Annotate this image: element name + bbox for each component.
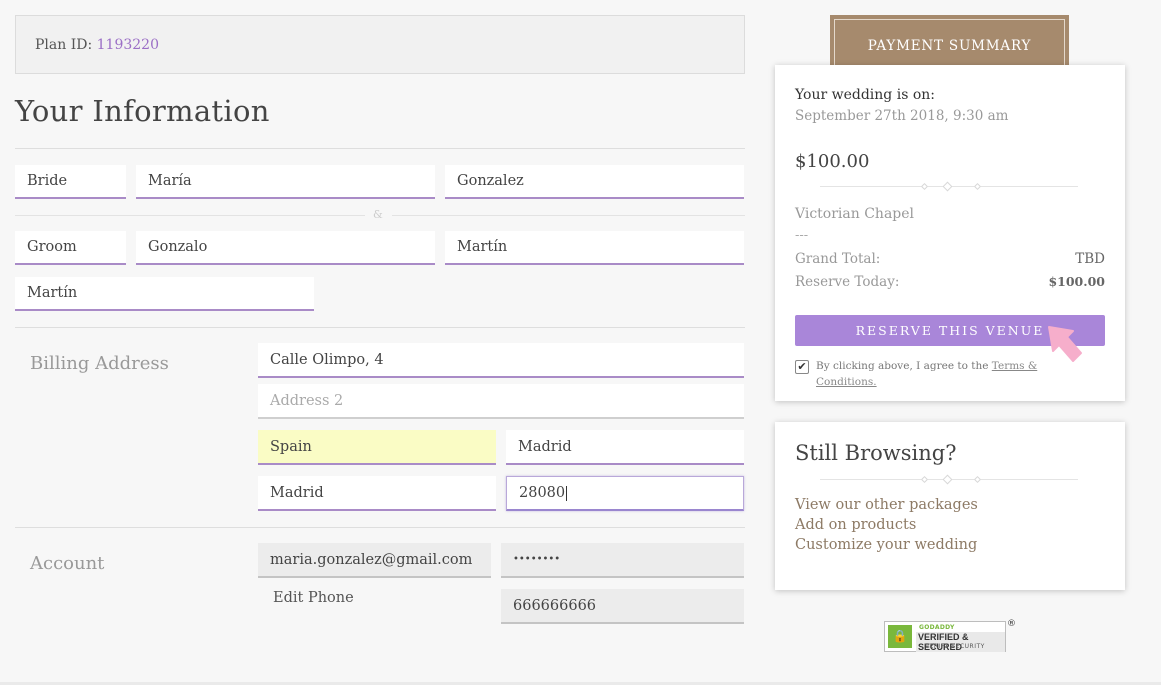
divider xyxy=(15,327,745,328)
separator-line-right xyxy=(392,215,745,216)
wedding-on-label: Your wedding is on: xyxy=(795,87,935,103)
shield-lock-icon: 🔒 xyxy=(888,625,912,648)
phone-input[interactable]: 666666666 xyxy=(501,589,744,624)
groom-last-name-input[interactable]: Martín xyxy=(445,231,744,265)
country-input[interactable]: Spain xyxy=(258,430,496,465)
bride-label-field: Bride xyxy=(15,165,126,199)
divider xyxy=(15,148,745,149)
ampersand-separator: & xyxy=(373,208,383,221)
plan-id-value: 1193220 xyxy=(96,37,159,53)
zip-code-input[interactable]: 28080 xyxy=(506,476,744,511)
payment-summary-tab: PAYMENT SUMMARY xyxy=(830,15,1069,67)
bride-first-name-input[interactable]: María xyxy=(136,165,435,199)
separator-line-left xyxy=(15,215,365,216)
grand-total-value: TBD xyxy=(1075,251,1105,267)
plan-id-label: Plan ID: xyxy=(35,37,97,53)
billing-address-label: Billing Address xyxy=(30,353,169,374)
pointer-arrow-icon xyxy=(1048,326,1082,362)
edit-phone-link[interactable]: Edit Phone xyxy=(273,590,354,606)
venue-dashes: --- xyxy=(795,228,809,243)
godaddy-security-seal[interactable]: 🔒 GODADDY VERIFIED & SECURED VERIFY SECU… xyxy=(884,621,1006,652)
add-on-products-link[interactable]: Add on products xyxy=(795,517,916,533)
password-input[interactable]: •••••••• xyxy=(501,543,744,578)
text-cursor xyxy=(566,485,568,501)
terms-text: By clicking above, I agree to the Terms … xyxy=(816,358,1046,390)
groom-second-last-name-input[interactable]: Martín xyxy=(15,277,314,311)
price: $100.00 xyxy=(795,151,870,172)
still-browsing-card: Still Browsing? View our other packages … xyxy=(775,422,1125,590)
zip-code-value: 28080 xyxy=(519,485,566,501)
checkmark-icon: ✔ xyxy=(797,360,807,373)
reserve-today-value: $100.00 xyxy=(1048,274,1105,289)
terms-checkbox[interactable]: ✔ xyxy=(795,360,809,374)
state-input[interactable]: Madrid xyxy=(258,476,496,511)
ornament-divider xyxy=(820,181,1078,192)
view-packages-link[interactable]: View our other packages xyxy=(795,497,978,513)
divider xyxy=(15,527,745,528)
grand-total-row: Grand Total: TBD xyxy=(795,251,1105,267)
address-line-1-input[interactable]: Calle Olimpo, 4 xyxy=(258,343,744,378)
page-title: Your Information xyxy=(15,94,270,128)
verify-security-label: VERIFY SECURITY xyxy=(925,643,985,650)
venue-name: Victorian Chapel xyxy=(795,206,915,222)
terms-prefix: By clicking above, I agree to the xyxy=(816,360,992,372)
registered-mark: ® xyxy=(1007,619,1016,629)
customize-wedding-link[interactable]: Customize your wedding xyxy=(795,537,977,553)
reserve-today-row: Reserve Today: $100.00 xyxy=(795,274,1105,290)
bride-last-name-input[interactable]: Gonzalez xyxy=(445,165,744,199)
godaddy-label: GODADDY xyxy=(919,624,955,631)
city-input[interactable]: Madrid xyxy=(506,430,744,465)
email-input[interactable]: maria.gonzalez@gmail.com xyxy=(258,543,491,578)
still-browsing-title: Still Browsing? xyxy=(795,441,957,465)
payment-summary-title: PAYMENT SUMMARY xyxy=(834,19,1065,67)
grand-total-label: Grand Total: xyxy=(795,251,881,267)
groom-label-field: Groom xyxy=(15,231,126,265)
ornament-divider xyxy=(820,474,1078,485)
address-line-2-input[interactable]: Address 2 xyxy=(258,384,744,419)
reserve-today-label: Reserve Today: xyxy=(795,274,900,290)
wedding-date: September 27th 2018, 9:30 am xyxy=(795,108,1009,124)
account-label: Account xyxy=(30,553,105,574)
groom-first-name-input[interactable]: Gonzalo xyxy=(136,231,435,265)
plan-id-box: Plan ID: 1193220 xyxy=(15,15,745,74)
